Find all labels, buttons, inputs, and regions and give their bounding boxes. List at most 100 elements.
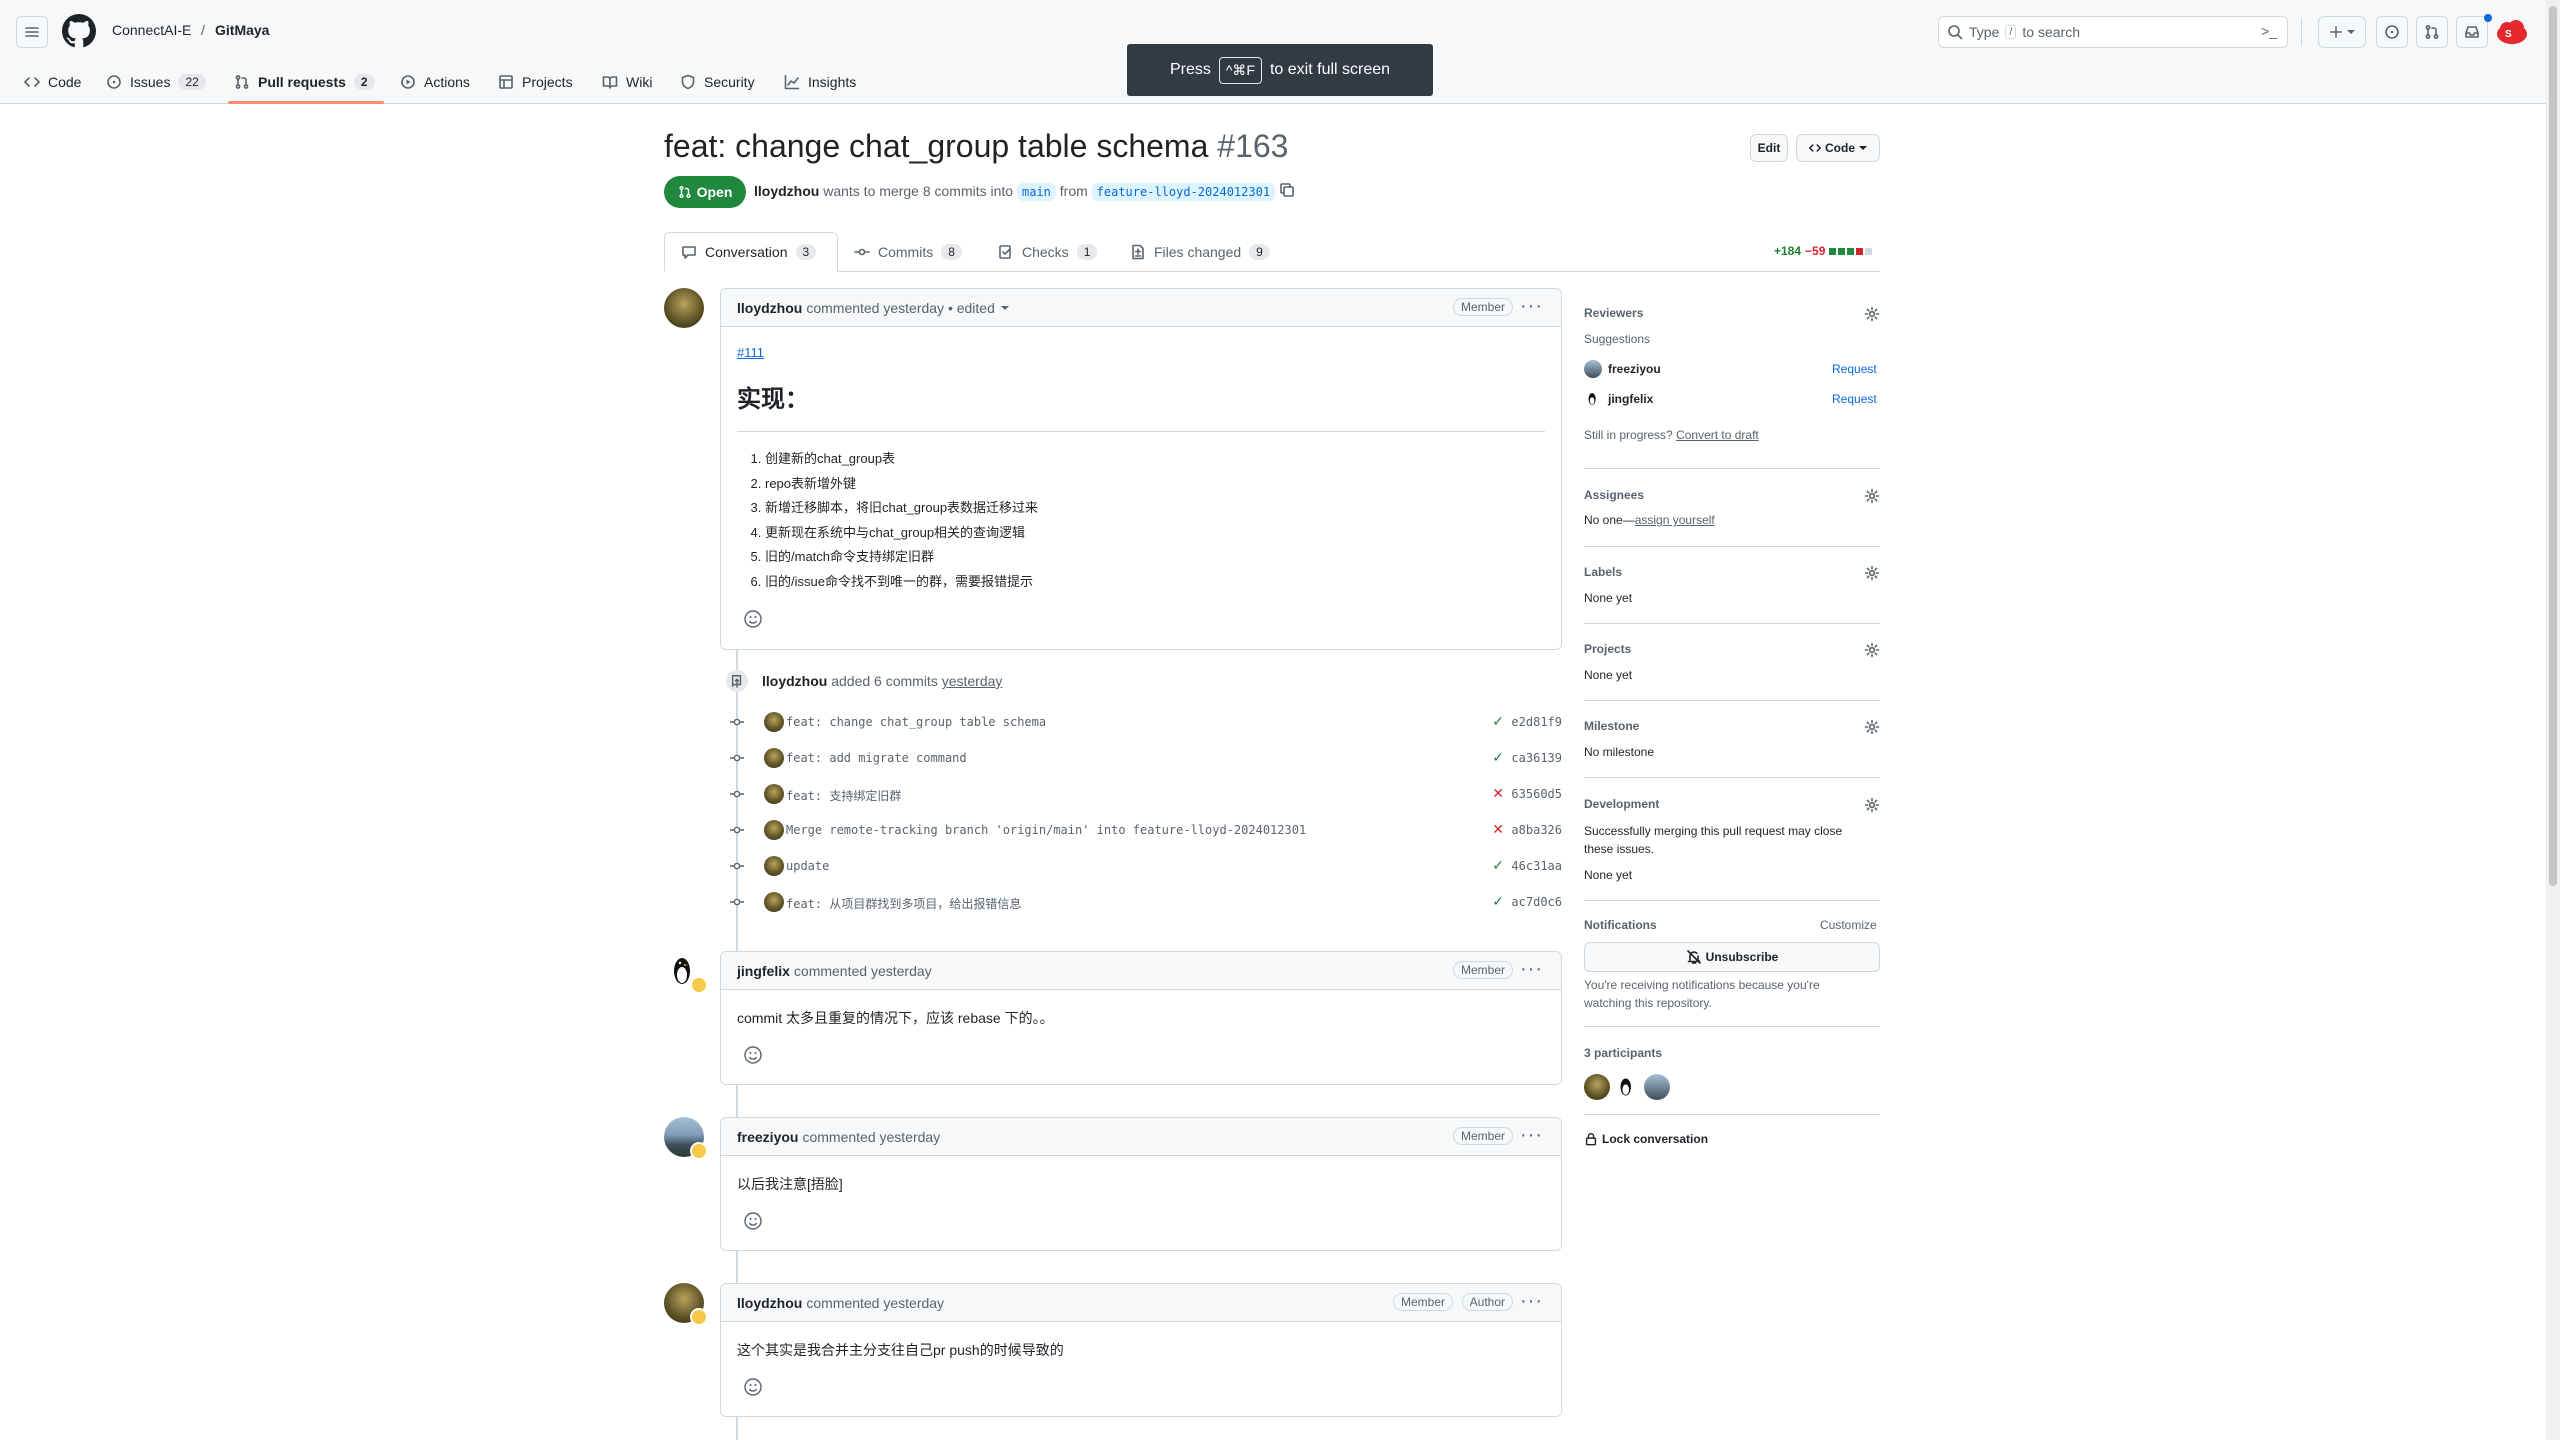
github-logo-icon[interactable] bbox=[62, 14, 96, 48]
commit-message[interactable]: feat: 支持绑定旧群 bbox=[786, 787, 901, 804]
participant-avatar[interactable] bbox=[1644, 1074, 1670, 1100]
check-icon[interactable]: ✓ bbox=[1492, 713, 1504, 730]
nav-insights[interactable]: Insights bbox=[784, 66, 856, 98]
unsubscribe-button[interactable]: Unsubscribe bbox=[1584, 942, 1880, 972]
nav-pull-requests[interactable]: Pull requests 2 bbox=[234, 66, 375, 98]
add-reaction-icon[interactable] bbox=[743, 1211, 763, 1231]
edit-button[interactable]: Edit bbox=[1750, 134, 1788, 162]
chevron-down-icon[interactable] bbox=[1000, 304, 1009, 312]
gear-icon[interactable] bbox=[1864, 488, 1880, 504]
user-avatar[interactable]: S bbox=[2496, 16, 2528, 48]
comment-meta[interactable]: commented yesterday bbox=[802, 1129, 940, 1145]
x-icon[interactable]: ✕ bbox=[1492, 821, 1504, 838]
check-icon[interactable]: ✓ bbox=[1492, 749, 1504, 766]
commit-sha[interactable]: 63560d5 bbox=[1511, 787, 1562, 801]
x-icon[interactable]: ✕ bbox=[1492, 785, 1504, 802]
projects-title[interactable]: Projects bbox=[1584, 642, 1880, 656]
reviewer-name[interactable]: jingfelix bbox=[1608, 392, 1653, 406]
convert-to-draft-link[interactable]: Convert to draft bbox=[1676, 428, 1759, 442]
commit-row[interactable]: Merge remote-tracking branch 'origin/mai… bbox=[728, 818, 1562, 842]
commit-message[interactable]: feat: add migrate command bbox=[786, 751, 967, 765]
nav-code[interactable]: Code bbox=[24, 66, 81, 98]
scrollbar-thumb[interactable] bbox=[2549, 6, 2557, 886]
comment-author[interactable]: freeziyou bbox=[737, 1129, 798, 1145]
avatar[interactable] bbox=[764, 820, 784, 840]
command-palette-icon[interactable]: >_ bbox=[2261, 23, 2277, 39]
request-review-button[interactable]: Request bbox=[1832, 362, 1877, 376]
avatar[interactable] bbox=[764, 856, 784, 876]
issue-link[interactable]: #111 bbox=[737, 345, 764, 360]
commit-sha[interactable]: e2d81f9 bbox=[1511, 715, 1562, 729]
avatar[interactable] bbox=[764, 748, 784, 768]
nav-issues[interactable]: Issues 22 bbox=[106, 66, 206, 98]
gear-icon[interactable] bbox=[1864, 306, 1880, 322]
comment-author[interactable]: lloydzhou bbox=[737, 300, 802, 316]
add-reaction-icon[interactable] bbox=[743, 1377, 763, 1397]
head-branch[interactable]: feature-lloyd-2024012301 bbox=[1091, 183, 1276, 201]
event-author[interactable]: lloydzhou bbox=[762, 673, 827, 689]
commit-message[interactable]: feat: change chat_group table schema bbox=[786, 715, 1046, 729]
assign-yourself-link[interactable]: assign yourself bbox=[1635, 513, 1715, 527]
nav-security[interactable]: Security bbox=[680, 66, 755, 98]
check-icon[interactable]: ✓ bbox=[1492, 857, 1504, 874]
commit-sha[interactable]: ca36139 bbox=[1511, 751, 1562, 765]
kebab-menu-icon[interactable]: ··· bbox=[1520, 295, 1543, 318]
comment-meta[interactable]: commented yesterday • edited bbox=[806, 300, 995, 316]
commit-row[interactable]: feat: 支持绑定旧群 ✕ 63560d5 bbox=[728, 782, 1562, 806]
comment-author[interactable]: jingfelix bbox=[737, 963, 790, 979]
development-title[interactable]: Development bbox=[1584, 797, 1880, 811]
gear-icon[interactable] bbox=[1864, 719, 1880, 735]
reviewers-title[interactable]: Reviewers bbox=[1584, 306, 1880, 320]
event-time[interactable]: yesterday bbox=[942, 673, 1003, 689]
commit-sha[interactable]: a8ba326 bbox=[1511, 823, 1562, 837]
commit-row[interactable]: feat: add migrate command ✓ ca36139 bbox=[728, 746, 1562, 770]
add-reaction-icon[interactable] bbox=[743, 1045, 763, 1065]
pr-author[interactable]: lloydzhou bbox=[754, 183, 819, 199]
comment-meta[interactable]: commented yesterday bbox=[794, 963, 932, 979]
assignees-title[interactable]: Assignees bbox=[1584, 488, 1880, 502]
commit-row[interactable]: feat: change chat_group table schema ✓ e2d… bbox=[728, 710, 1562, 734]
milestone-title[interactable]: Milestone bbox=[1584, 719, 1880, 733]
kebab-menu-icon[interactable]: ··· bbox=[1520, 1290, 1543, 1313]
reviewer-name[interactable]: freeziyou bbox=[1608, 362, 1661, 376]
request-review-button[interactable]: Request bbox=[1832, 392, 1877, 406]
copy-icon[interactable] bbox=[1279, 182, 1295, 198]
tab-conversation[interactable]: Conversation 3 bbox=[664, 232, 838, 272]
customize-link[interactable]: Customize bbox=[1820, 918, 1877, 932]
commit-message[interactable]: Merge remote-tracking branch 'origin/mai… bbox=[786, 823, 1306, 837]
commit-row[interactable]: feat: 从项目群找到多项目，给出报错信息 ✓ ac7d0c6 bbox=[728, 890, 1562, 914]
tab-files-changed[interactable]: Files changed 9 bbox=[1130, 232, 1270, 272]
issues-button[interactable] bbox=[2376, 16, 2408, 48]
breadcrumb-repo[interactable]: GitMaya bbox=[215, 22, 269, 38]
check-icon[interactable]: ✓ bbox=[1492, 893, 1504, 910]
labels-title[interactable]: Labels bbox=[1584, 565, 1880, 579]
avatar[interactable] bbox=[764, 784, 784, 804]
pull-requests-button[interactable] bbox=[2416, 16, 2448, 48]
search-input[interactable]: Type / to search >_ bbox=[1938, 16, 2288, 48]
gear-icon[interactable] bbox=[1864, 565, 1880, 581]
tab-checks[interactable]: Checks 1 bbox=[998, 232, 1098, 272]
breadcrumb-owner[interactable]: ConnectAI-E bbox=[112, 22, 191, 38]
lock-conversation-button[interactable]: Lock conversation bbox=[1584, 1132, 1708, 1146]
participant-avatar[interactable] bbox=[1614, 1074, 1640, 1100]
menu-button[interactable] bbox=[16, 16, 48, 48]
participant-avatar[interactable] bbox=[1584, 1074, 1610, 1100]
nav-projects[interactable]: Projects bbox=[498, 66, 573, 98]
commit-sha[interactable]: 46c31aa bbox=[1511, 859, 1562, 873]
tab-commits[interactable]: Commits 8 bbox=[854, 232, 962, 272]
base-branch[interactable]: main bbox=[1016, 183, 1056, 201]
inbox-button[interactable] bbox=[2456, 16, 2488, 48]
add-reaction-icon[interactable] bbox=[743, 609, 763, 629]
avatar[interactable] bbox=[764, 892, 784, 912]
code-button[interactable]: Code bbox=[1796, 134, 1880, 162]
comment-meta[interactable]: commented yesterday bbox=[806, 1295, 944, 1311]
commit-message[interactable]: feat: 从项目群找到多项目，给出报错信息 bbox=[786, 895, 1021, 912]
gear-icon[interactable] bbox=[1864, 797, 1880, 813]
kebab-menu-icon[interactable]: ··· bbox=[1520, 958, 1543, 981]
avatar[interactable] bbox=[764, 712, 784, 732]
create-new-button[interactable] bbox=[2318, 16, 2366, 48]
commit-message[interactable]: update bbox=[786, 859, 829, 873]
gear-icon[interactable] bbox=[1864, 642, 1880, 658]
avatar[interactable] bbox=[664, 288, 704, 328]
kebab-menu-icon[interactable]: ··· bbox=[1520, 1124, 1543, 1147]
